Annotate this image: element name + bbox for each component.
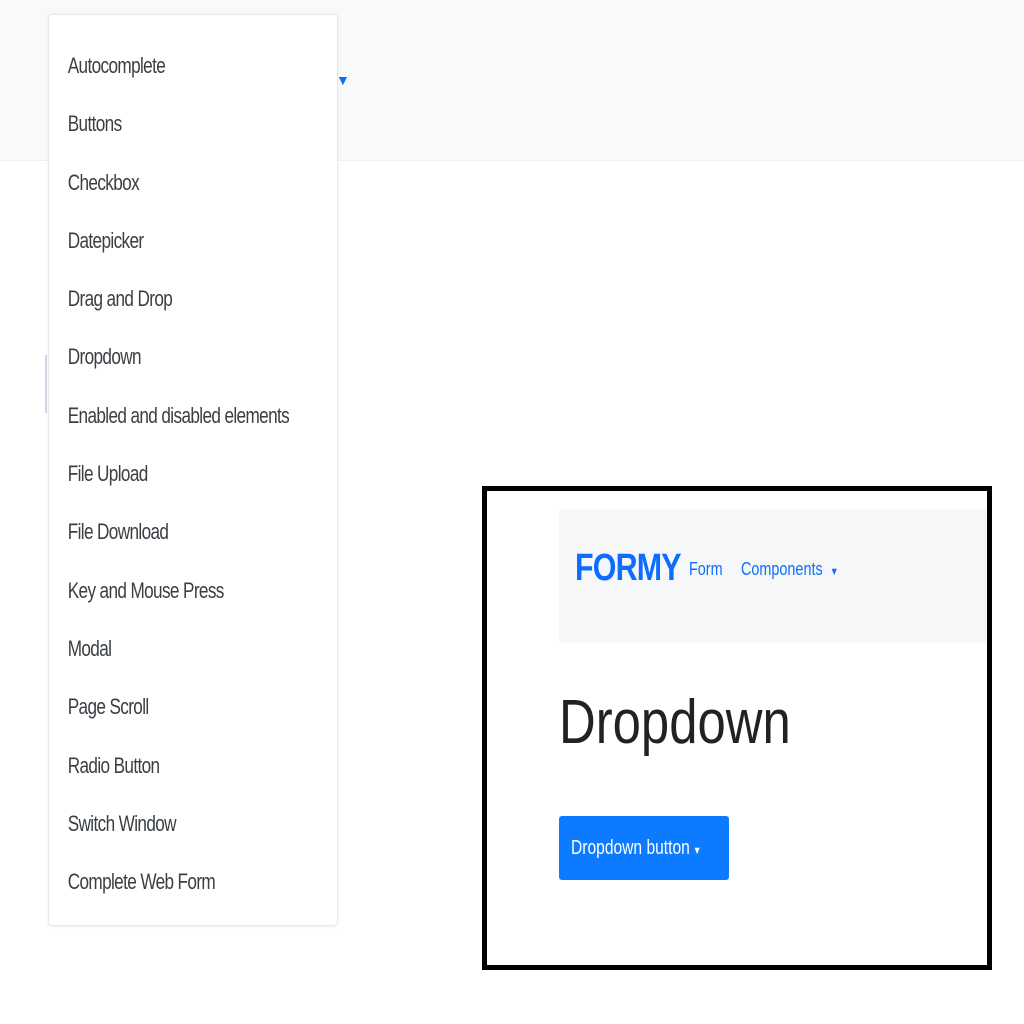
menu-item-page-scroll[interactable]: Page Scroll — [49, 692, 274, 750]
menu-item-radio-button[interactable]: Radio Button — [49, 751, 274, 809]
menu-item-autocomplete[interactable]: Autocomplete — [49, 51, 274, 109]
partial-button-edge — [45, 355, 47, 413]
menu-item-key-mouse-press[interactable]: Key and Mouse Press — [49, 576, 274, 634]
dropdown-button-label: Dropdown button — [571, 836, 690, 859]
nav-link-components-label: Components — [741, 559, 823, 579]
menu-item-file-upload[interactable]: File Upload — [49, 459, 274, 517]
inset-screenshot: FORMY Form Components ▼ Dropdown Dropdow… — [482, 486, 992, 970]
menu-item-complete-web-form[interactable]: Complete Web Form — [49, 867, 274, 925]
page-title: Dropdown — [559, 688, 791, 757]
menu-item-file-download[interactable]: File Download — [49, 517, 274, 575]
components-dropdown-menu: Autocomplete Buttons Checkbox Datepicker… — [48, 14, 338, 926]
menu-item-datepicker[interactable]: Datepicker — [49, 226, 274, 284]
dropdown-button[interactable]: Dropdown button ▼ — [559, 816, 729, 880]
menu-item-enabled-disabled[interactable]: Enabled and disabled elements — [49, 401, 290, 459]
brand-logo[interactable]: FORMY — [575, 547, 682, 590]
chevron-down-icon: ▼ — [829, 566, 839, 578]
menu-item-drag-and-drop[interactable]: Drag and Drop — [49, 284, 274, 342]
components-caret-icon[interactable]: ▼ — [336, 72, 350, 88]
menu-item-dropdown[interactable]: Dropdown — [49, 342, 274, 400]
nav-link-components[interactable]: Components ▼ — [741, 559, 839, 580]
menu-item-checkbox[interactable]: Checkbox — [49, 168, 274, 226]
menu-item-modal[interactable]: Modal — [49, 634, 274, 692]
nav-link-form[interactable]: Form — [689, 559, 723, 580]
menu-item-switch-window[interactable]: Switch Window — [49, 809, 274, 867]
chevron-down-icon: ▼ — [692, 844, 702, 857]
menu-item-buttons[interactable]: Buttons — [49, 109, 274, 167]
